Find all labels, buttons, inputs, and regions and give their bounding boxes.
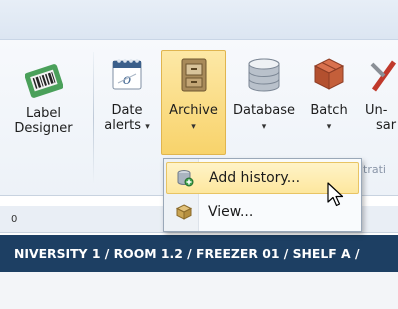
archive-label: Archive (169, 103, 218, 118)
unsample-button[interactable]: Un- sar (364, 56, 398, 133)
unsample-label-2: sar (376, 118, 397, 133)
chevron-down-icon: ▾ (145, 122, 150, 132)
add-history-label: Add history... (209, 170, 301, 186)
chevron-down-icon: ▾ (261, 122, 267, 132)
database-button[interactable]: Database ▾ (227, 56, 301, 135)
archive-box-icon (181, 58, 206, 92)
view-label: View... (208, 204, 254, 220)
content-area (0, 272, 398, 309)
unsample-label-1: Un- (365, 103, 388, 118)
batch-boxes-icon (313, 58, 345, 90)
barcode-label-icon (24, 64, 63, 98)
calendar-icon: o (112, 59, 142, 90)
mouse-cursor-icon (327, 182, 344, 207)
view-icon (175, 204, 193, 220)
window-title-bar (0, 0, 398, 40)
label-designer-label-1: Label (25, 106, 62, 121)
date-alerts-label-2: alerts (104, 118, 142, 133)
date-alerts-button[interactable]: o Date alerts ▾ (96, 56, 158, 135)
chevron-down-icon: ▾ (326, 122, 332, 132)
batch-button[interactable]: Batch ▾ (304, 56, 354, 135)
date-alerts-label-1: Date (111, 103, 143, 118)
database-label: Database (232, 103, 296, 118)
batch-label: Batch (310, 103, 348, 118)
chevron-down-icon: ▾ (191, 122, 196, 132)
database-icon (248, 58, 280, 92)
ribbon-group-separator (93, 52, 94, 184)
tools-icon (370, 60, 397, 92)
ribbon-group-label: trati (363, 163, 386, 176)
label-designer-button[interactable]: Label Designer (0, 64, 87, 136)
archive-button[interactable]: Archive ▾ (161, 56, 226, 135)
location-path-bar: NIVERSITY 1 / ROOM 1.2 / FREEZER 01 / SH… (0, 235, 398, 272)
location-path: NIVERSITY 1 / ROOM 1.2 / FREEZER 01 / SH… (14, 246, 360, 261)
tab-marker: 0 (11, 214, 18, 225)
add-history-icon (177, 170, 194, 187)
label-designer-label-2: Designer (14, 121, 73, 136)
